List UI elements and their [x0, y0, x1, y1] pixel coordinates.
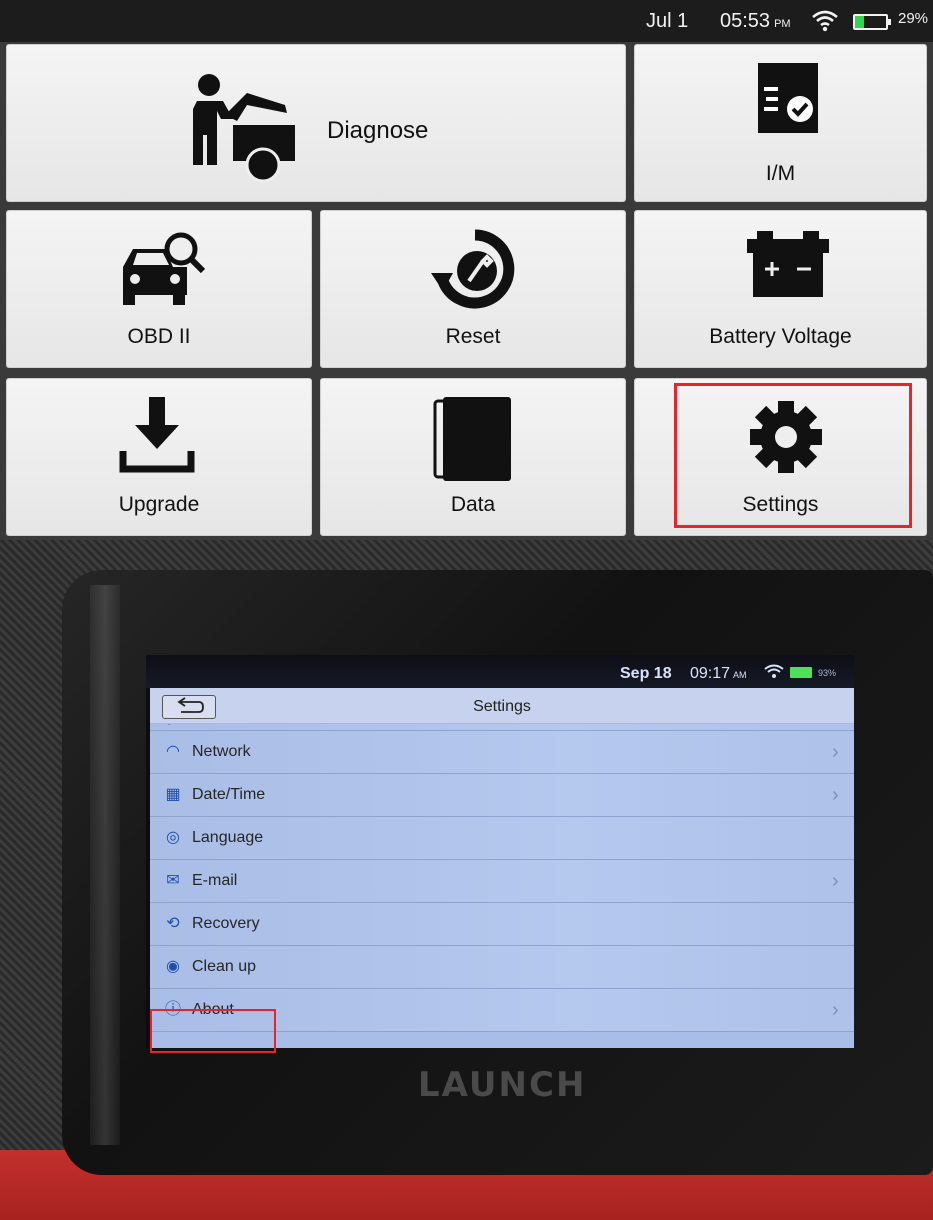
status-time: 05:53 PM	[720, 10, 791, 32]
recovery-icon: ⟲	[166, 915, 180, 932]
documents-icon	[431, 397, 511, 486]
settings-item-date-time[interactable]: ▦ Date/Time ›	[150, 774, 854, 817]
data-label: Data	[450, 493, 496, 516]
device-status-time: 09:17 AM	[690, 665, 747, 682]
im-label: I/M	[765, 162, 796, 185]
device-status-bar: Sep 18 09:17 AM 93%	[146, 655, 854, 688]
settings-item-e-mail[interactable]: ✉ E-mail ›	[150, 860, 854, 903]
info-icon: ⓘ	[164, 1001, 181, 1018]
battery-icon	[745, 229, 831, 304]
device-battery-percent: 93%	[818, 668, 837, 678]
settings-title: Settings	[473, 698, 531, 715]
chevron-right-icon: ›	[832, 999, 839, 1021]
settings-label: Settings	[742, 493, 819, 516]
status-bar: Jul 1 05:53 PM 29%	[0, 0, 933, 42]
device-wifi-icon	[764, 664, 784, 685]
wifi-icon: ◠	[166, 743, 180, 760]
diagnose-label: Diagnose	[327, 117, 429, 144]
brand-logo: LAUNCH	[418, 1065, 587, 1105]
obd-tile[interactable]: OBD II	[6, 210, 312, 368]
upgrade-label: Upgrade	[118, 493, 200, 516]
settings-app: 🔈Sound›◠Network›▦Date/Time›◎Language✉E-m…	[150, 688, 854, 1048]
settings-item-language[interactable]: ◎ Language	[150, 817, 854, 860]
settings-item-recovery[interactable]: ⟲ Recovery	[150, 903, 854, 946]
mechanic-car-icon	[187, 71, 299, 188]
obd-label: OBD II	[127, 325, 191, 348]
globe-icon: ◎	[166, 829, 180, 846]
device-status-date: Sep 18	[620, 665, 672, 682]
device-battery-icon	[790, 667, 812, 678]
launcher-screen: Jul 1 05:53 PM 29% Diagnose I/M OBD II R…	[0, 0, 933, 540]
status-ampm: PM	[774, 18, 791, 30]
emission-check-icon	[754, 63, 822, 138]
battery-voltage-tile[interactable]: Battery Voltage	[634, 210, 927, 368]
settings-item-clean-up[interactable]: ◉ Clean up	[150, 946, 854, 989]
car-search-icon	[117, 229, 206, 312]
device-photo: LAUNCH Sep 18 09:17AM 93% 🔈Sound›◠Networ…	[0, 540, 933, 1220]
download-icon	[117, 397, 197, 482]
settings-item-about[interactable]: ⓘ About ›	[150, 989, 854, 1032]
upgrade-tile[interactable]: Upgrade	[6, 378, 312, 536]
device-screen: Sep 18 09:17AM 93% 🔈Sound›◠Network›▦Date…	[146, 655, 854, 1048]
reset-wrench-icon	[431, 229, 519, 314]
status-date: Jul 1	[646, 10, 689, 32]
diagnose-tile[interactable]: Diagnose	[6, 44, 626, 202]
settings-item-label: Date/Time	[192, 786, 266, 803]
settings-item-label: Clean up	[192, 958, 257, 975]
data-tile[interactable]: Data	[320, 378, 626, 536]
chevron-right-icon: ›	[832, 870, 839, 892]
email-icon: ✉	[166, 872, 180, 889]
settings-item-label: E-mail	[192, 872, 238, 889]
settings-item-label: Language	[192, 829, 264, 846]
battery-voltage-label: Battery Voltage	[709, 325, 852, 348]
settings-item-label: Recovery	[192, 915, 260, 932]
chevron-right-icon: ›	[832, 741, 839, 763]
wifi-icon	[812, 10, 838, 38]
calendar-icon: ▦	[165, 786, 181, 803]
gear-icon	[748, 399, 824, 480]
chevron-right-icon: ›	[832, 784, 839, 806]
settings-item-label: About	[192, 1001, 234, 1018]
im-tile[interactable]: I/M	[634, 44, 927, 202]
reset-tile[interactable]: Reset	[320, 210, 626, 368]
cleanup-icon: ◉	[166, 958, 180, 975]
reset-label: Reset	[445, 325, 501, 348]
settings-item-network[interactable]: ◠ Network ›	[150, 731, 854, 774]
battery-percent: 29%	[898, 10, 929, 27]
battery-status-icon	[853, 14, 891, 30]
settings-tile[interactable]: Settings	[634, 378, 927, 536]
settings-header: Settings	[150, 688, 854, 724]
settings-item-label: Network	[192, 743, 251, 760]
